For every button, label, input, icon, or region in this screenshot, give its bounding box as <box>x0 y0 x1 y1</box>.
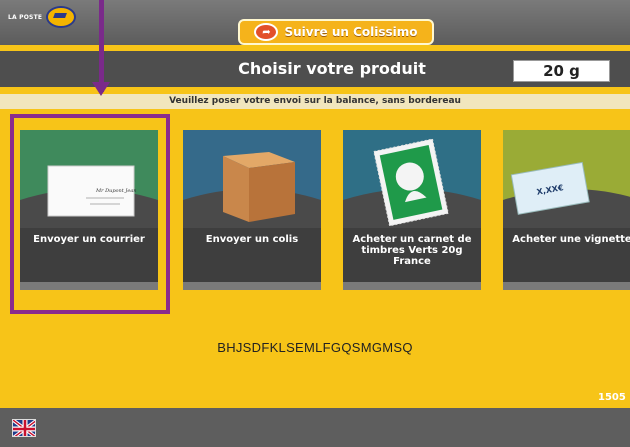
la-poste-logo: LA POSTE <box>8 6 77 28</box>
product-label: Envoyer un colis <box>205 234 299 245</box>
track-colissimo-button[interactable]: ➦ Suivre un Colissimo <box>238 19 434 45</box>
bottom-bar <box>0 408 630 447</box>
card-footer <box>183 282 321 290</box>
pointer-arrow-icon <box>99 0 104 92</box>
instruction-text: Veuillez poser votre envoi sur la balanc… <box>0 94 630 109</box>
page-title: Choisir votre produit <box>238 59 426 78</box>
logo-text: LA POSTE <box>8 13 43 21</box>
uk-flag-icon[interactable] <box>12 419 36 437</box>
track-colissimo-label: Suivre un Colissimo <box>284 25 418 39</box>
product-send-parcel[interactable]: Envoyer un colis <box>183 130 321 290</box>
card-footer <box>343 282 481 290</box>
vignette-label-icon: X,XX€ <box>503 130 630 228</box>
la-poste-bird-icon <box>46 6 77 28</box>
green-stamp-icon <box>343 130 481 228</box>
product-label: Acheter un carnet de timbres Verts 20g F… <box>352 234 472 267</box>
parcel-box-icon <box>183 130 321 228</box>
weight-display: 20 g <box>513 60 610 82</box>
product-buy-vignette[interactable]: X,XX€ Acheter une vignette <box>503 130 630 290</box>
counter-text: 1505 <box>598 392 626 403</box>
top-bar: LA POSTE ➦ Suivre un Colissimo <box>0 0 630 45</box>
tracking-icon: ➦ <box>254 23 279 41</box>
product-label: Acheter une vignette <box>512 234 630 245</box>
code-text: BHJSDFKLSEMLFGQSMGMSQ <box>217 340 413 355</box>
product-buy-stamps[interactable]: Acheter un carnet de timbres Verts 20g F… <box>343 130 481 290</box>
card-footer <box>503 282 630 290</box>
pointer-arrow-head-icon <box>92 82 110 96</box>
selection-highlight <box>10 114 170 314</box>
